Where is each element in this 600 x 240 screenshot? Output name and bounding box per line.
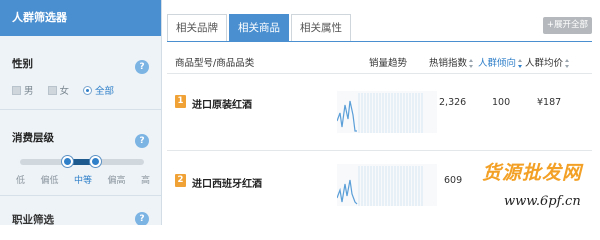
gender-option-label: 男: [24, 86, 34, 97]
hot-index-value: 2,326: [439, 97, 467, 108]
column-label: 人群倾向: [478, 58, 517, 69]
table-row[interactable]: 2 进口西班牙红酒 609: [167, 152, 592, 225]
consumption-title: 消费层级: [12, 132, 54, 144]
rank-badge: 2: [175, 174, 186, 187]
slider-labels: 低 偏低 中等 偏高 高: [16, 173, 150, 186]
column-label: 人群均价: [525, 58, 564, 69]
consumption-level-filter: 消费层级 ? 低 偏低 中等 偏高 高: [0, 110, 161, 196]
level-label[interactable]: 低: [16, 173, 25, 186]
gender-title: 性别: [12, 58, 33, 70]
avg-price-value: ¥187: [537, 97, 562, 108]
gender-option-label: 女: [59, 86, 70, 97]
product-name[interactable]: 进口西班牙红酒: [192, 175, 262, 190]
consumption-slider[interactable]: [20, 156, 144, 167]
rank-badge: 1: [175, 95, 186, 108]
checkbox-icon: [12, 85, 21, 95]
column-hot-index[interactable]: 热销指数: [429, 55, 474, 69]
sort-icon: [565, 59, 570, 68]
slider-handle-min[interactable]: [62, 156, 73, 167]
checkbox-icon: [47, 85, 57, 95]
level-label[interactable]: 偏低: [40, 173, 58, 186]
result-tabs: 相关品牌 相关商品 相关属性: [167, 14, 353, 42]
column-sales-trend: 销量趋势: [369, 58, 408, 69]
level-label[interactable]: 高: [141, 173, 150, 186]
level-label-selected[interactable]: 中等: [74, 173, 92, 186]
crowd-tendency-value: 100: [492, 97, 511, 108]
column-label: 热销指数: [429, 58, 468, 69]
radio-selected-icon: [83, 85, 93, 95]
occupation-filter: 职业筛选 ?: [0, 196, 161, 225]
tab-underline: [167, 41, 592, 42]
sort-icon: [469, 59, 474, 68]
sales-trend-sparkline: [337, 91, 437, 133]
tab-related-attributes[interactable]: 相关属性: [291, 14, 351, 42]
sales-trend-sparkline: [337, 164, 437, 206]
filter-panel-title: 人群筛选器: [0, 0, 161, 36]
hot-index-value: 609: [444, 175, 463, 186]
sort-icon: [518, 59, 523, 68]
crowd-filter-panel: 人群筛选器 性别 ? 男 女 全部 消费层级 ? 低 偏低 中等 偏高 高 职业…: [0, 0, 162, 225]
expand-all-button[interactable]: +展开全部: [542, 17, 592, 34]
tab-related-products[interactable]: 相关商品: [229, 14, 289, 42]
gender-option-female[interactable]: 女: [47, 83, 70, 97]
gender-filter: 性别 ? 男 女 全部: [0, 36, 161, 110]
slider-handle-max[interactable]: [90, 156, 101, 167]
gender-option-all[interactable]: 全部: [83, 83, 114, 97]
table-header: 商品型号/商品品类 销量趋势 热销指数 人群倾向 人群均价: [167, 46, 592, 74]
table-row[interactable]: 1 进口原装红酒 2,326 100 ¥187: [167, 75, 592, 151]
help-icon[interactable]: ?: [135, 60, 149, 74]
level-label[interactable]: 偏高: [107, 173, 125, 186]
gender-option-male[interactable]: 男: [12, 83, 34, 97]
occupation-title: 职业筛选: [12, 214, 54, 225]
product-name[interactable]: 进口原装红酒: [192, 96, 252, 111]
column-crowd-tendency[interactable]: 人群倾向: [478, 55, 523, 69]
column-product: 商品型号/商品品类: [175, 58, 255, 69]
help-icon[interactable]: ?: [135, 134, 149, 148]
gender-option-label: 全部: [95, 86, 115, 97]
tab-related-brands[interactable]: 相关品牌: [167, 14, 227, 42]
column-avg-price[interactable]: 人群均价: [525, 55, 570, 69]
help-icon[interactable]: ?: [135, 212, 149, 225]
